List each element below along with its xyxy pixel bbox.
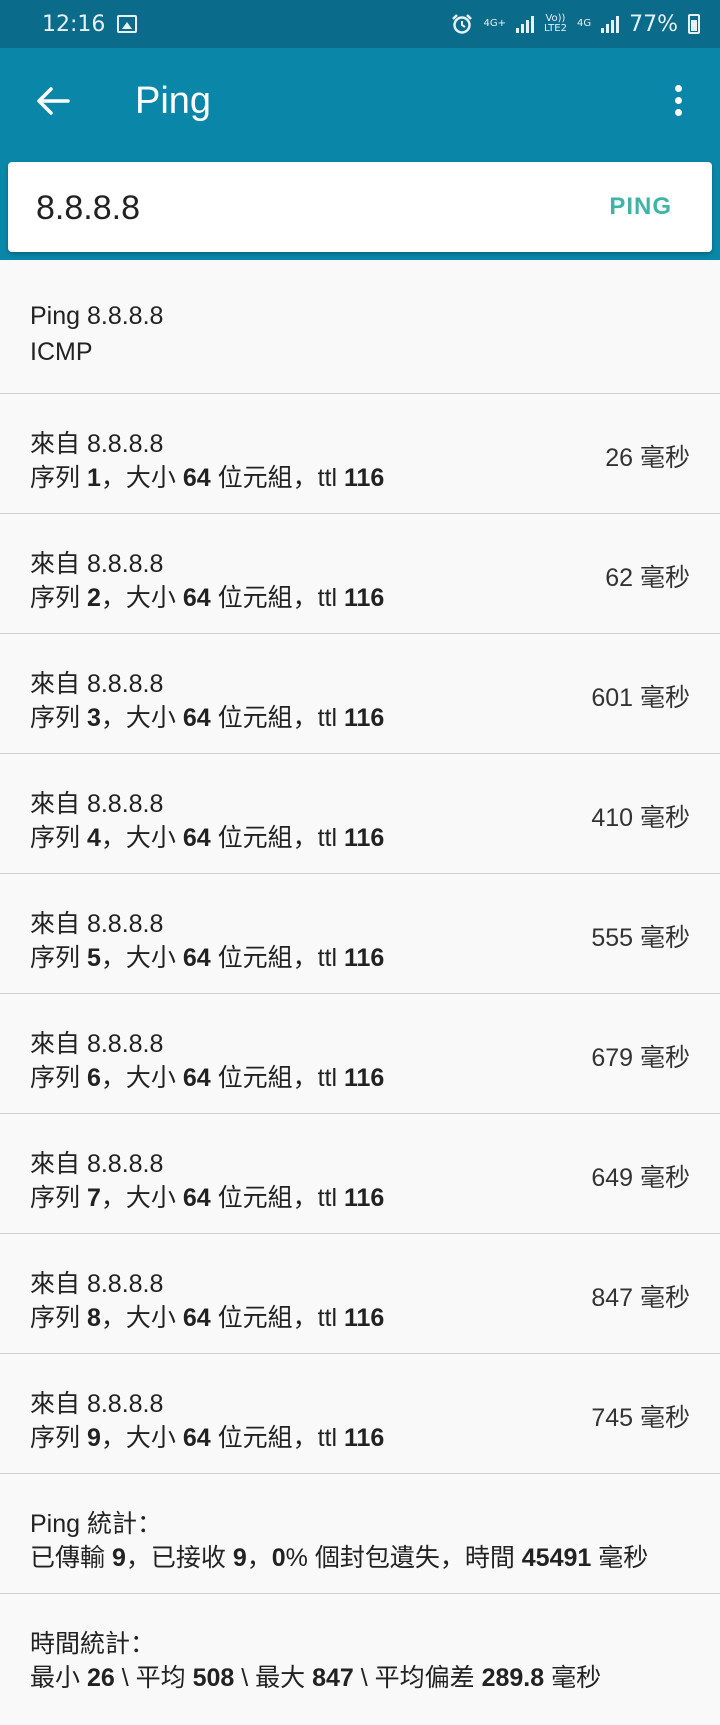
reply-details: 序列 8，大小 64 位元組，ttl 116: [30, 1304, 385, 1332]
reply-details: 序列 2，大小 64 位元組，ttl 116: [30, 584, 385, 612]
reply-from: 來自 8.8.8.8: [30, 1150, 164, 1178]
reply-time: 26 毫秒: [605, 444, 690, 472]
reply-from: 來自 8.8.8.8: [30, 1390, 164, 1418]
arrow-back-icon: [37, 87, 70, 115]
reply-from: 來自 8.8.8.8: [30, 1030, 164, 1058]
battery-icon: [688, 14, 700, 34]
battery-percent: 77%: [629, 11, 678, 37]
ping-target-title: Ping 8.8.8.8: [30, 302, 164, 330]
ping-stats-label: Ping 統計：: [30, 1510, 162, 1538]
reply-from: 來自 8.8.8.8: [30, 670, 164, 698]
reply-time: 745 毫秒: [591, 1404, 690, 1432]
reply-from: 來自 8.8.8.8: [30, 430, 164, 458]
ping-result-row: 來自 8.8.8.8 序列 8，大小 64 位元組，ttl 116 847 毫秒: [0, 1234, 720, 1354]
reply-time: 410 毫秒: [591, 804, 690, 832]
reply-from: 來自 8.8.8.8: [30, 790, 164, 818]
ping-header-row: Ping 8.8.8.8 ICMP: [0, 260, 720, 394]
alarm-icon: [452, 14, 473, 34]
ping-stats-text: 已傳輸 9，已接收 9，0% 個封包遺失，時間 45491 毫秒: [30, 1544, 649, 1572]
ping-result-row: 來自 8.8.8.8 序列 4，大小 64 位元組，ttl 116 410 毫秒: [0, 754, 720, 874]
reply-details: 序列 3，大小 64 位元組，ttl 116: [30, 704, 385, 732]
host-input-card: PING: [8, 162, 712, 254]
reply-details: 序列 4，大小 64 位元組，ttl 116: [30, 824, 385, 852]
host-input[interactable]: [34, 162, 518, 254]
signal-2-icon: [601, 15, 620, 33]
reply-details: 序列 6，大小 64 位元組，ttl 116: [30, 1064, 385, 1092]
ping-protocol: ICMP: [30, 338, 93, 366]
time-stats-label: 時間統計：: [30, 1630, 156, 1658]
ping-stats-row: Ping 統計： 已傳輸 9，已接收 9，0% 個封包遺失，時間 45491 毫…: [0, 1474, 720, 1594]
reply-time: 847 毫秒: [591, 1284, 690, 1312]
ping-result-row: 來自 8.8.8.8 序列 3，大小 64 位元組，ttl 116 601 毫秒: [0, 634, 720, 754]
reply-details: 序列 1，大小 64 位元組，ttl 116: [30, 464, 385, 492]
more-vert-icon: [674, 84, 682, 92]
overflow-menu-button[interactable]: [656, 76, 700, 124]
gallery-notification-icon: [117, 15, 138, 33]
back-button[interactable]: [30, 78, 76, 124]
reply-details: 序列 9，大小 64 位元組，ttl 116: [30, 1424, 385, 1452]
network-type-1: 4G+: [483, 18, 506, 29]
network-type-2: 4G: [576, 18, 592, 29]
reply-from: 來自 8.8.8.8: [30, 910, 164, 938]
reply-time: 649 毫秒: [591, 1164, 690, 1192]
page-title: Ping: [135, 80, 212, 122]
status-time: 12:16: [42, 11, 106, 37]
reply-time: 679 毫秒: [591, 1044, 690, 1072]
reply-details: 序列 7，大小 64 位元組，ttl 116: [30, 1184, 385, 1212]
ping-result-row: 來自 8.8.8.8 序列 6，大小 64 位元組，ttl 116 679 毫秒: [0, 994, 720, 1114]
time-stats-row: 時間統計： 最小 26 \ 平均 508 \ 最大 847 \ 平均偏差 289…: [0, 1594, 720, 1714]
time-stats-text: 最小 26 \ 平均 508 \ 最大 847 \ 平均偏差 289.8 毫秒: [30, 1664, 602, 1692]
reply-from: 來自 8.8.8.8: [30, 1270, 164, 1298]
reply-details: 序列 5，大小 64 位元組，ttl 116: [30, 944, 385, 972]
reply-time: 62 毫秒: [605, 564, 690, 592]
ping-button[interactable]: PING: [609, 186, 672, 228]
lte2-label: LTE2: [543, 23, 567, 34]
ping-result-row: 來自 8.8.8.8 序列 9，大小 64 位元組，ttl 116 745 毫秒: [0, 1354, 720, 1474]
status-bar: 12:16 4G+ Vo)) LTE2 4G 77%: [0, 0, 720, 48]
signal-1-icon: [515, 15, 534, 33]
reply-from: 來自 8.8.8.8: [30, 550, 164, 578]
ping-result-row: 來自 8.8.8.8 序列 5，大小 64 位元組，ttl 116 555 毫秒: [0, 874, 720, 994]
status-icons: 4G+ Vo)) LTE2 4G 77%: [451, 12, 700, 37]
result-rows: 來自 8.8.8.8 序列 1，大小 64 位元組，ttl 116 26 毫秒 來自 …: [0, 394, 720, 1474]
ping-results-list[interactable]: Ping 8.8.8.8 ICMP 來自 8.8.8.8 序列 1，大小 64 位…: [0, 260, 720, 1714]
reply-time: 555 毫秒: [591, 924, 690, 952]
ping-result-row: 來自 8.8.8.8 序列 2，大小 64 位元組，ttl 116 62 毫秒: [0, 514, 720, 634]
ping-result-row: 來自 8.8.8.8 序列 1，大小 64 位元組，ttl 116 26 毫秒: [0, 394, 720, 514]
volte-indicator: Vo)) LTE2: [544, 14, 567, 34]
ping-result-row: 來自 8.8.8.8 序列 7，大小 64 位元組，ttl 116 649 毫秒: [0, 1114, 720, 1234]
reply-time: 601 毫秒: [591, 684, 690, 712]
